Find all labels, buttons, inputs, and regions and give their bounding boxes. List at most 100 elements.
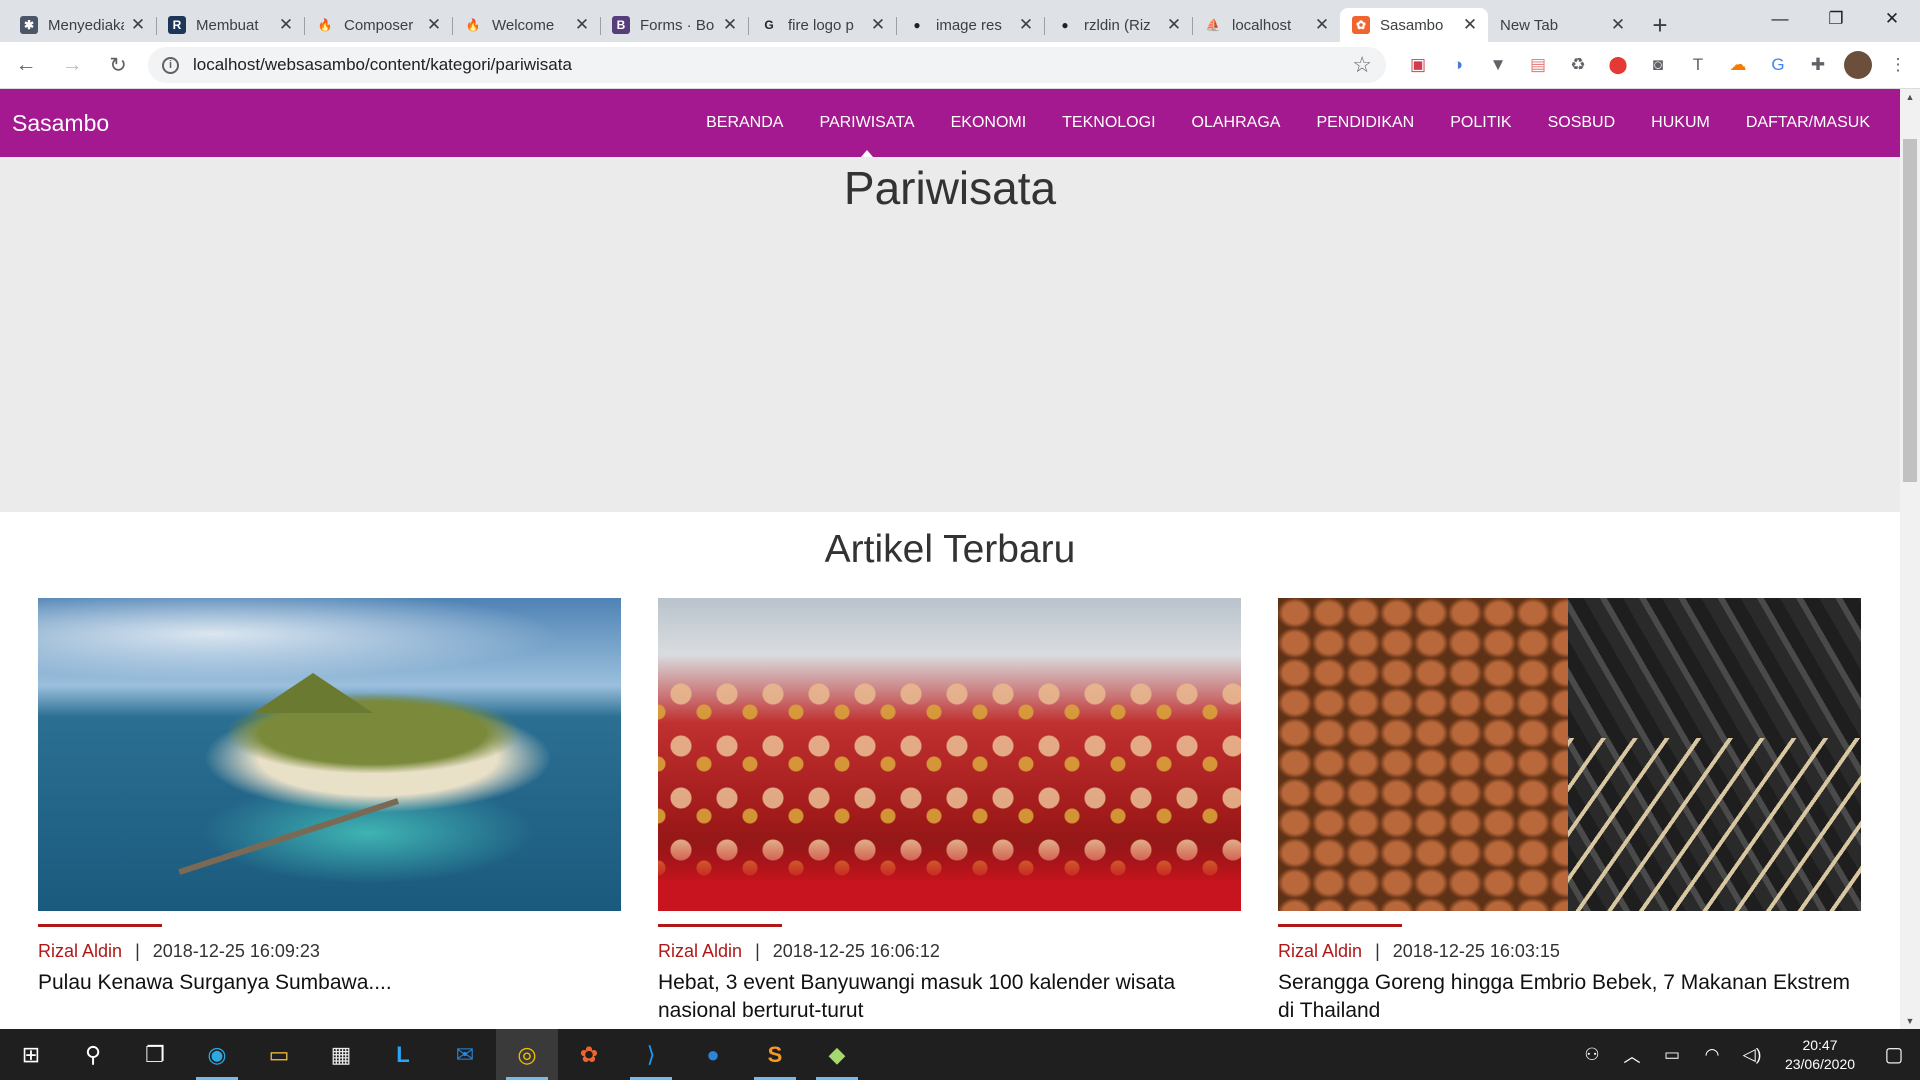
start-button-windows-icon[interactable]: ⊞ [0, 1029, 62, 1080]
site-brand[interactable]: Sasambo [12, 110, 109, 137]
system-clock[interactable]: 20:47 23/06/2020 [1772, 1036, 1868, 1074]
article-card[interactable]: Rizal Aldin | 2018-12-25 16:03:15 Serang… [1278, 598, 1861, 1025]
nav-item-teknologi[interactable]: TEKNOLOGI [1044, 89, 1173, 157]
maps-icon[interactable]: ● [682, 1029, 744, 1080]
sublime-text-icon[interactable]: S [744, 1029, 806, 1080]
close-tab-icon[interactable]: ✕ [130, 15, 146, 35]
close-tab-icon[interactable]: ✕ [1610, 15, 1626, 35]
nav-item-hukum[interactable]: HUKUM [1633, 89, 1728, 157]
reload-button[interactable]: ↻ [98, 45, 138, 85]
nav-item-sosbud[interactable]: SOSBUD [1530, 89, 1634, 157]
vue-devtools-icon[interactable]: ▼ [1478, 45, 1518, 85]
scroll-down-arrow-icon[interactable]: ▼ [1900, 1013, 1920, 1029]
scrollbar-thumb[interactable] [1903, 139, 1917, 482]
page-scrollbar[interactable]: ▲ ▼ [1900, 89, 1920, 1029]
browser-tab[interactable]: Gfire logo p ✕ [748, 8, 896, 42]
volume-icon[interactable]: ◁) [1732, 1045, 1772, 1065]
browser-tab[interactable]: ● rzldin (Riz ✕ [1044, 8, 1192, 42]
close-tab-icon[interactable]: ✕ [1462, 15, 1478, 35]
camera-extension-icon[interactable]: ◙ [1638, 45, 1678, 85]
article-title[interactable]: Pulau Kenawa Surganya Sumbawa.... [38, 969, 621, 997]
close-tab-icon[interactable]: ✕ [722, 15, 738, 35]
edge-icon[interactable]: ◉ [186, 1029, 248, 1080]
close-tab-icon[interactable]: ✕ [870, 15, 886, 35]
browser-tab[interactable]: 🔥 Welcome ✕ [452, 8, 600, 42]
new-tab-button[interactable]: + [1642, 8, 1678, 42]
opera-extension-icon[interactable]: ⬤ [1598, 45, 1638, 85]
back-button[interactable]: ← [6, 45, 46, 85]
article-thumbnail[interactable] [38, 598, 621, 911]
browser-tab[interactable]: B Forms · Bo ✕ [600, 8, 748, 42]
extension-icon[interactable]: ◑ [1438, 45, 1478, 85]
vscode-icon[interactable]: ⟩ [620, 1029, 682, 1080]
article-thumbnail[interactable] [1278, 598, 1861, 911]
browser-tab[interactable]: ⛵ localhost ✕ [1192, 8, 1340, 42]
extensions-puzzle-icon[interactable]: ✚ [1798, 45, 1838, 85]
article-author[interactable]: Rizal Aldin [1278, 941, 1362, 961]
laragon-icon[interactable]: L [372, 1029, 434, 1080]
nav-item-pariwisata[interactable]: PARIWISATA [801, 89, 932, 157]
forward-button[interactable]: → [52, 45, 92, 85]
pocket-extension-icon[interactable]: ▣ [1398, 45, 1438, 85]
bookmark-star-icon[interactable]: ☆ [1352, 52, 1372, 78]
nav-item-olahraga[interactable]: OLAHRAGA [1174, 89, 1299, 157]
people-icon[interactable]: ⚇ [1572, 1045, 1612, 1065]
close-tab-icon[interactable]: ✕ [278, 15, 294, 35]
chrome-icon[interactable]: ◎ [496, 1029, 558, 1080]
xampp-icon[interactable]: ✿ [558, 1029, 620, 1080]
store-icon[interactable]: ▦ [310, 1029, 372, 1080]
browser-tab[interactable]: ● image res ✕ [896, 8, 1044, 42]
article-card[interactable]: Rizal Aldin | 2018-12-25 16:09:23 Pulau … [38, 598, 621, 1025]
close-window-button[interactable]: ✕ [1864, 0, 1920, 38]
tab-title: Membuat [196, 16, 259, 34]
github-icon: ● [1061, 18, 1069, 32]
article-title[interactable]: Serangga Goreng hingga Embrio Bebek, 7 M… [1278, 969, 1861, 1025]
nav-item-ekonomi[interactable]: EKONOMI [933, 89, 1045, 157]
search-icon[interactable]: ⚲ [62, 1029, 124, 1080]
tab-title: Sasambo [1380, 16, 1444, 34]
scroll-up-arrow-icon[interactable]: ▲ [1900, 89, 1920, 105]
calendar-extension-icon[interactable]: ▤ [1518, 45, 1558, 85]
article-author[interactable]: Rizal Aldin [38, 941, 122, 961]
show-hidden-icons-chevron-icon[interactable]: ︿ [1612, 1042, 1652, 1067]
article-author[interactable]: Rizal Aldin [658, 941, 742, 961]
url-text[interactable]: localhost/websasambo/content/kategori/pa… [193, 55, 1352, 75]
article-meta: Rizal Aldin | 2018-12-25 16:06:12 [658, 941, 1241, 962]
close-tab-icon[interactable]: ✕ [1018, 15, 1034, 35]
browser-tab[interactable]: 🔥 Composer ✕ [304, 8, 452, 42]
close-tab-icon[interactable]: ✕ [1314, 15, 1330, 35]
minimize-button[interactable]: — [1752, 0, 1808, 38]
browser-tab[interactable]: R Membuat ✕ [156, 8, 304, 42]
nav-item-pendidikan[interactable]: PENDIDIKAN [1298, 89, 1432, 157]
article-title[interactable]: Hebat, 3 event Banyuwangi masuk 100 kale… [658, 969, 1241, 1025]
nav-item-politik[interactable]: POLITIK [1432, 89, 1529, 157]
browser-tab[interactable]: ✱ Menyediakan ✕ [8, 8, 156, 42]
close-tab-icon[interactable]: ✕ [426, 15, 442, 35]
file-explorer-icon[interactable]: ▭ [248, 1029, 310, 1080]
browser-tab[interactable]: ✿ Sasambo ✕ [1340, 8, 1488, 42]
nav-item-beranda[interactable]: BERANDA [688, 89, 801, 157]
close-tab-icon[interactable]: ✕ [1166, 15, 1182, 35]
browser-menu-icon[interactable]: ⋮ [1878, 45, 1918, 85]
section-title: Artikel Terbaru [824, 528, 1076, 571]
git-kraken-icon[interactable]: ◆ [806, 1029, 868, 1080]
text-extension-icon[interactable]: T [1678, 45, 1718, 85]
translate-extension-icon[interactable]: G [1758, 45, 1798, 85]
profile-avatar[interactable] [1844, 51, 1872, 79]
notification-center-icon[interactable]: ▢ [1868, 1042, 1920, 1067]
task-view-icon[interactable]: ❐ [124, 1029, 186, 1080]
recycle-extension-icon[interactable]: ♻ [1558, 45, 1598, 85]
accent-line [38, 924, 162, 927]
close-tab-icon[interactable]: ✕ [574, 15, 590, 35]
site-info-icon[interactable]: i [162, 56, 179, 74]
nav-item-daftar-masuk[interactable]: DAFTAR/MASUK [1728, 89, 1888, 157]
cloud-extension-icon[interactable]: ☁ [1718, 45, 1758, 85]
article-thumbnail[interactable] [658, 598, 1241, 911]
article-card[interactable]: Rizal Aldin | 2018-12-25 16:06:12 Hebat,… [658, 598, 1241, 1025]
battery-icon[interactable]: ▭ [1652, 1045, 1692, 1065]
browser-tab[interactable]: New Tab ✕ [1488, 8, 1636, 42]
wifi-icon[interactable]: ◠ [1692, 1045, 1732, 1065]
address-bar[interactable]: i localhost/websasambo/content/kategori/… [148, 47, 1386, 83]
mail-icon[interactable]: ✉ [434, 1029, 496, 1080]
restore-button[interactable]: ❐ [1808, 0, 1864, 38]
